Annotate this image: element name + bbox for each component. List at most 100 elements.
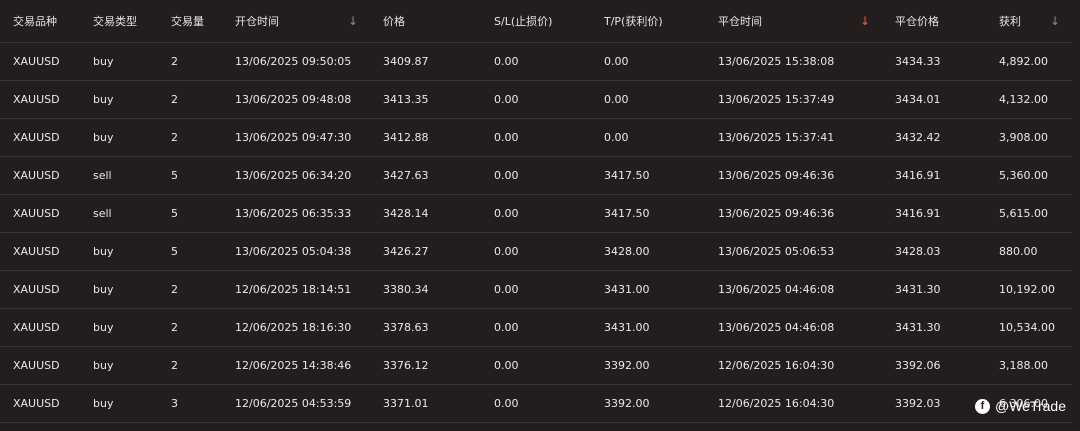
cell-open-time: 13/06/2025 09:48:08 [222,80,370,119]
cell-price: 3409.87 [370,42,481,81]
cell-close-price: 3392.06 [882,346,986,385]
table-row[interactable]: XAUUSD buy 2 12/06/2025 14:38:46 3376.12 0.00… [0,346,1072,385]
cell-take-profit: 3428.00 [591,232,705,271]
cell-trade-type: buy [80,308,158,347]
watermark: f @WeTrade [974,398,1066,414]
cell-price: 3426.27 [370,232,481,271]
table-row[interactable]: XAUUSD buy 2 13/06/2025 09:47:30 3412.88 0.00… [0,118,1072,157]
cell-close-price: 3392.03 [882,384,986,423]
column-header-label: 开仓时间 [235,15,279,28]
cell-profit: 4,132.00 [986,80,1072,119]
cell-stop-loss: 0.00 [481,42,591,81]
cell-symbol: XAUUSD [0,118,80,157]
column-header-take-profit[interactable]: T/P(获利价) [591,0,705,43]
cell-symbol: XAUUSD [0,80,80,119]
table-row[interactable]: XAUUSD buy 5 13/06/2025 05:04:38 3426.27 0.00… [0,232,1072,271]
cell-price: 3428.14 [370,194,481,233]
cell-close-time: 13/06/2025 09:46:36 [705,156,882,195]
cell-volume: 5 [158,194,222,233]
cell-volume: 2 [158,80,222,119]
cell-take-profit: 3392.00 [591,384,705,423]
column-header-label: 平仓价格 [895,15,939,28]
sort-arrow-down-icon[interactable]: ↓ [860,14,870,28]
cell-close-price: 3431.30 [882,270,986,309]
cell-profit: 3,908.00 [986,118,1072,157]
cell-stop-loss: 0.00 [481,156,591,195]
cell-close-time: 13/06/2025 04:46:08 [705,270,882,309]
cell-take-profit: 3431.00 [591,308,705,347]
table-row[interactable]: XAUUSD buy 2 12/06/2025 18:16:30 3378.63 0.00… [0,308,1072,347]
cell-price: 3371.01 [370,384,481,423]
cell-open-time: 12/06/2025 18:14:51 [222,270,370,309]
cell-profit: 10,534.00 [986,308,1072,347]
table-body: XAUUSD buy 2 13/06/2025 09:50:05 3409.87 0.00… [0,42,1072,423]
cell-volume: 2 [158,346,222,385]
cell-symbol: XAUUSD [0,384,80,423]
sort-arrow-down-icon[interactable]: ↓ [348,14,358,28]
cell-profit: 5,615.00 [986,194,1072,233]
cell-profit: 10,192.00 [986,270,1072,309]
column-header-close-price[interactable]: 平仓价格 [882,0,986,43]
cell-volume: 2 [158,270,222,309]
table-row[interactable]: XAUUSD sell 5 13/06/2025 06:35:33 3428.14 0.0… [0,194,1072,233]
cell-price: 3412.88 [370,118,481,157]
cell-stop-loss: 0.00 [481,118,591,157]
cell-symbol: XAUUSD [0,194,80,233]
cell-close-time: 13/06/2025 15:37:49 [705,80,882,119]
cell-price: 3413.35 [370,80,481,119]
table-header-row: 交易品种 交易类型 交易量 开仓时间 ↓ 价格 S/L(止损价) T/P(获利价) 平仓时间 ↓ 平… [0,0,1072,43]
cell-trade-type: sell [80,156,158,195]
table-row[interactable]: XAUUSD buy 2 13/06/2025 09:48:08 3413.35 0.00… [0,80,1072,119]
cell-trade-type: buy [80,384,158,423]
table-row[interactable]: XAUUSD buy 2 12/06/2025 18:14:51 3380.34 0.00… [0,270,1072,309]
cell-close-time: 12/06/2025 16:04:30 [705,346,882,385]
facebook-icon: f [974,398,990,414]
cell-trade-type: buy [80,118,158,157]
cell-profit: 5,360.00 [986,156,1072,195]
column-header-open-time[interactable]: 开仓时间 ↓ [222,0,370,43]
cell-take-profit: 3392.00 [591,346,705,385]
cell-stop-loss: 0.00 [481,346,591,385]
cell-symbol: XAUUSD [0,308,80,347]
cell-open-time: 13/06/2025 09:47:30 [222,118,370,157]
column-header-close-time[interactable]: 平仓时间 ↓ [705,0,882,43]
cell-close-time: 13/06/2025 15:38:08 [705,42,882,81]
cell-close-time: 13/06/2025 15:37:41 [705,118,882,157]
cell-trade-type: sell [80,194,158,233]
column-header-profit[interactable]: 获利 ↓ [986,0,1072,43]
cell-price: 3427.63 [370,156,481,195]
cell-take-profit: 3431.00 [591,270,705,309]
column-header-stop-loss[interactable]: S/L(止损价) [481,0,591,43]
column-header-symbol[interactable]: 交易品种 [0,0,80,43]
watermark-text: @WeTrade [994,398,1066,414]
cell-trade-type: buy [80,232,158,271]
column-header-label: T/P(获利价) [604,15,663,28]
cell-profit: 880.00 [986,232,1072,271]
sort-arrow-down-icon[interactable]: ↓ [1050,14,1060,28]
cell-open-time: 13/06/2025 06:35:33 [222,194,370,233]
column-header-label: 价格 [383,15,405,28]
cell-close-price: 3434.01 [882,80,986,119]
cell-close-price: 3431.30 [882,308,986,347]
cell-trade-type: buy [80,270,158,309]
cell-volume: 2 [158,308,222,347]
cell-profit: 3,188.00 [986,346,1072,385]
table-row[interactable]: XAUUSD sell 5 13/06/2025 06:34:20 3427.63 0.0… [0,156,1072,195]
cell-profit: 4,892.00 [986,42,1072,81]
cell-open-time: 13/06/2025 09:50:05 [222,42,370,81]
column-header-label: 交易类型 [93,15,137,28]
column-header-label: 交易品种 [13,15,57,28]
cell-close-price: 3416.91 [882,156,986,195]
cell-price: 3380.34 [370,270,481,309]
cell-close-price: 3428.03 [882,232,986,271]
cell-stop-loss: 0.00 [481,384,591,423]
cell-volume: 5 [158,232,222,271]
column-header-price[interactable]: 价格 [370,0,481,43]
column-header-trade-type[interactable]: 交易类型 [80,0,158,43]
cell-take-profit: 0.00 [591,80,705,119]
column-header-volume[interactable]: 交易量 [158,0,222,43]
cell-trade-type: buy [80,80,158,119]
cell-open-time: 13/06/2025 06:34:20 [222,156,370,195]
table-row[interactable]: XAUUSD buy 3 12/06/2025 04:53:59 3371.01 0.00… [0,384,1072,423]
table-row[interactable]: XAUUSD buy 2 13/06/2025 09:50:05 3409.87 0.00… [0,42,1072,81]
